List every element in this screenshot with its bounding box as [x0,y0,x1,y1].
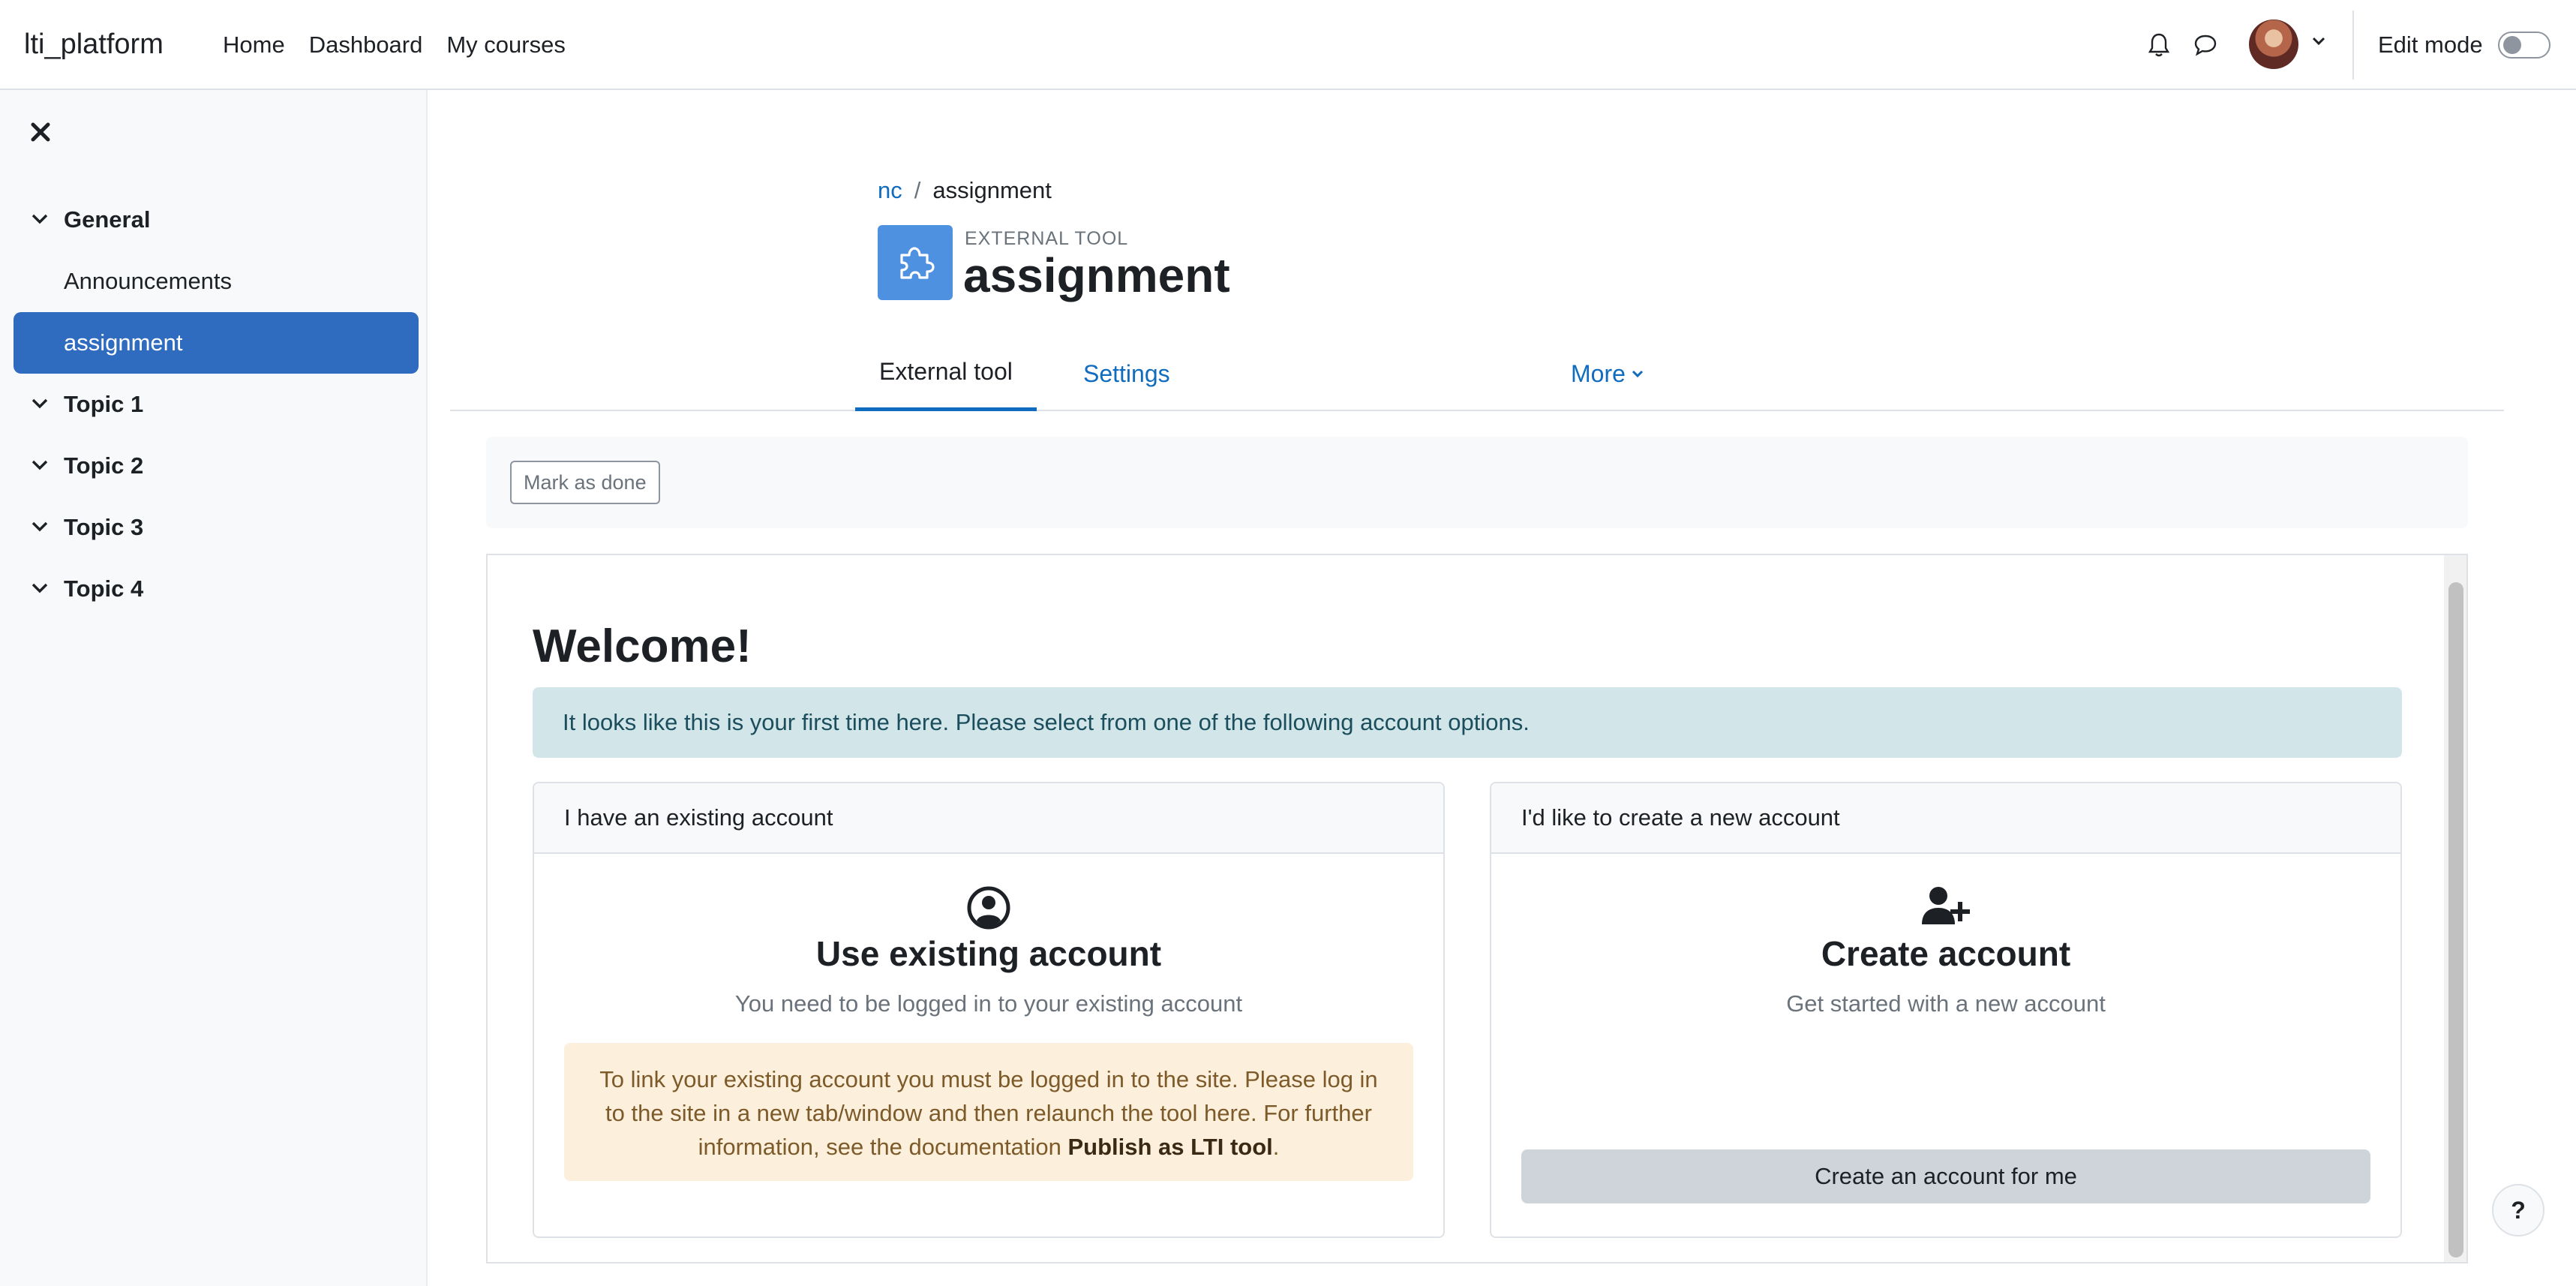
card-subtitle: You need to be logged in to your existin… [734,990,1243,1017]
section-label: General [64,206,151,233]
section-label: Topic 1 [64,391,144,417]
navbar-divider [2352,11,2354,80]
tab-label: External tool [879,358,1013,385]
breadcrumb-course-link[interactable]: nc [878,177,902,204]
course-index-drawer: General Announcements assignment Topic 1… [0,90,428,1286]
edit-mode-toggle[interactable] [2498,32,2550,59]
tab-more[interactable]: More [1547,336,1669,411]
chevron-down-icon[interactable] [30,212,50,227]
section-topic-1[interactable]: Topic 1 [14,374,419,435]
warning-period: . [1272,1134,1280,1160]
card-header: I'd like to create a new account [1491,783,2400,854]
activity-label: assignment [64,329,183,356]
scrollbar-thumb[interactable] [2448,582,2463,1257]
section-topic-2[interactable]: Topic 2 [14,435,419,497]
nav-dashboard-link[interactable]: Dashboard [309,32,423,59]
create-account-button[interactable]: Create an account for me [1521,1149,2370,1203]
documentation-link[interactable]: Publish as LTI tool [1067,1134,1272,1160]
user-avatar[interactable] [2249,20,2298,69]
primary-navigation: Home Dashboard My courses [223,32,566,59]
welcome-heading: Welcome! [533,620,752,672]
course-index-list: General Announcements assignment Topic 1… [14,189,419,620]
card-title: Use existing account [815,934,1162,973]
section-topic-3[interactable]: Topic 3 [14,497,419,558]
chevron-down-icon[interactable] [30,519,50,534]
section-label: Topic 2 [64,452,144,479]
secondary-navigation: External tool Settings More [450,336,2504,411]
tab-external-tool[interactable]: External tool [855,336,1037,411]
close-icon[interactable] [29,120,53,144]
nav-home-link[interactable]: Home [223,32,285,59]
chevron-down-icon[interactable] [30,396,50,411]
section-label: Topic 3 [64,514,144,540]
chevron-down-icon[interactable] [30,581,50,596]
create-account-card: I'd like to create a new account Create … [1490,782,2402,1238]
chevron-down-icon [1632,370,1643,378]
activity-announcements[interactable]: Announcements [14,251,419,312]
user-plus-icon [1919,885,1973,931]
nav-my-courses-link[interactable]: My courses [446,32,565,59]
existing-account-card: I have an existing account Use existing … [533,782,1445,1238]
bell-icon[interactable] [2144,30,2174,60]
warning-alert: To link your existing account you must b… [564,1043,1413,1181]
card-title: Create account [1821,934,2071,973]
tab-label: Settings [1083,359,1170,387]
card-header: I have an existing account [534,783,1443,854]
activity-assignment[interactable]: assignment [14,312,419,374]
section-topic-4[interactable]: Topic 4 [14,558,419,620]
puzzle-piece-icon [878,225,953,300]
breadcrumb: nc / assignment [878,177,1052,204]
activity-label: Announcements [64,268,233,294]
activity-type-label: EXTERNAL TOOL [965,228,1129,249]
section-general[interactable]: General [14,189,419,251]
page-title: assignment [963,248,1230,302]
site-brand[interactable]: lti_platform [24,29,164,61]
frame-scrollbar[interactable] [2444,555,2466,1262]
top-navbar: lti_platform Home Dashboard My courses E… [0,0,2576,90]
user-circle-icon [966,885,1011,934]
activity-completion-bar: Mark as done [486,437,2468,528]
chat-bubble-icon[interactable] [2190,30,2220,60]
external-tool-frame: Welcome! It looks like this is your firs… [486,554,2468,1263]
breadcrumb-separator: / [914,177,921,203]
edit-mode-label: Edit mode [2378,32,2483,58]
chevron-down-icon[interactable] [2310,33,2327,53]
tab-settings[interactable]: Settings [1059,336,1194,411]
toggle-knob [2503,36,2521,54]
card-subtitle: Get started with a new account [1786,990,2106,1017]
breadcrumb-current: assignment [932,177,1052,203]
info-alert: It looks like this is your first time he… [533,687,2402,758]
mark-as-done-button[interactable]: Mark as done [510,461,660,504]
chevron-down-icon[interactable] [30,458,50,473]
help-button[interactable]: ? [2492,1184,2544,1236]
tab-label: More [1571,359,1626,387]
section-label: Topic 4 [64,575,144,602]
